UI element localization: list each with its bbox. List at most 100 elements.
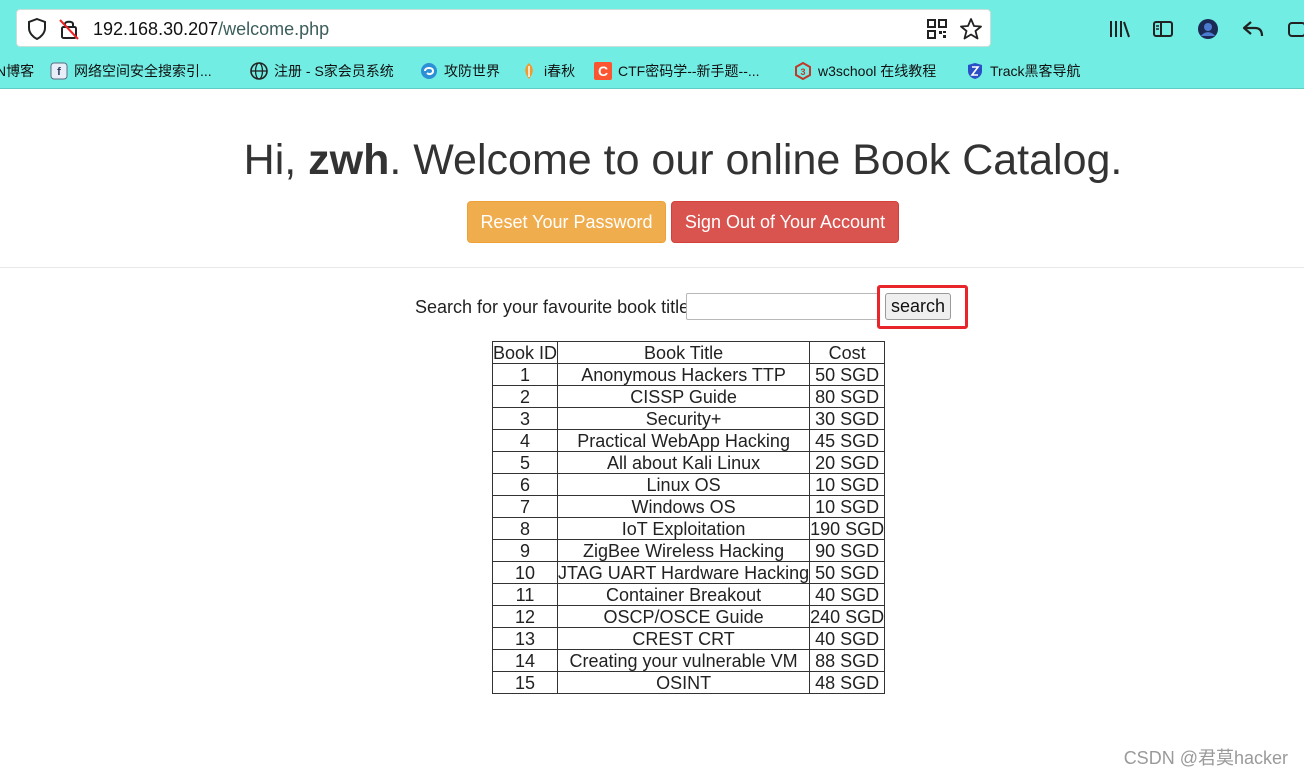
table-row: 11 Container Breakout 40 SGD xyxy=(491,583,886,606)
shield-icon[interactable] xyxy=(25,17,49,41)
bookmark-label: 网络空间安全搜索引... xyxy=(74,63,212,79)
csdn-c-icon: C xyxy=(594,62,612,80)
bookmark-item[interactable]: f 网络空间安全搜索引... xyxy=(50,60,212,82)
book-title-cell: IoT Exploitation xyxy=(557,517,811,540)
star-icon[interactable] xyxy=(959,17,983,41)
book-id-cell: 2 xyxy=(491,385,559,408)
bookmark-item[interactable]: N博客 xyxy=(0,60,34,82)
book-title-cell: Practical WebApp Hacking xyxy=(557,429,811,452)
table-row: 15 OSINT 48 SGD xyxy=(491,671,886,694)
book-id-cell: 5 xyxy=(491,451,559,474)
table-row: 8 IoT Exploitation 190 SGD xyxy=(491,517,886,540)
divider xyxy=(0,267,1304,268)
browser-toolbar: 192.168.30.207/welcome.php N博客 f 网络空间安全搜… xyxy=(0,0,1304,89)
search-input[interactable] xyxy=(686,293,880,320)
book-id-cell: 7 xyxy=(491,495,559,518)
cost-cell: 50 SGD xyxy=(809,363,886,386)
book-title-cell: CREST CRT xyxy=(557,627,811,650)
shield-icon xyxy=(966,62,984,80)
cost-cell: 80 SGD xyxy=(809,385,886,408)
table-row: 1 Anonymous Hackers TTP 50 SGD xyxy=(491,363,886,386)
book-title-cell: OSINT xyxy=(557,671,811,694)
cost-cell: 50 SGD xyxy=(809,561,886,584)
cost-cell: 40 SGD xyxy=(809,627,886,650)
book-title-cell: Security+ xyxy=(557,407,811,430)
table-row: 10 JTAG UART Hardware Hacking 50 SGD xyxy=(491,561,886,584)
book-title-cell: CISSP Guide xyxy=(557,385,811,408)
book-title-cell: OSCP/OSCE Guide xyxy=(557,605,811,628)
bookmark-label: w3school 在线教程 xyxy=(818,63,937,79)
column-header: Book ID xyxy=(491,341,559,364)
bookmark-item[interactable]: Track黑客导航 xyxy=(966,60,1080,82)
book-id-cell: 14 xyxy=(491,649,559,672)
insecure-lock-icon[interactable] xyxy=(57,17,81,41)
svg-text:C: C xyxy=(598,63,608,79)
cost-cell: 40 SGD xyxy=(809,583,886,606)
address-bar[interactable]: 192.168.30.207/welcome.php xyxy=(16,9,991,47)
bookmark-label: CTF密码学--新手题--... xyxy=(618,63,760,79)
bookmark-label: Track黑客导航 xyxy=(990,63,1081,79)
cost-cell: 10 SGD xyxy=(809,473,886,496)
bookmarks-bar: N博客 f 网络空间安全搜索引... 注册 - S家会员系统 攻防世界 i春秋 … xyxy=(0,58,1304,84)
cost-cell: 90 SGD xyxy=(809,539,886,562)
bookmark-item[interactable]: i春秋 xyxy=(520,60,575,82)
extension-icon[interactable] xyxy=(1284,16,1304,42)
book-table: Book ID Book Title Cost 1 Anonymous Hacke… xyxy=(491,341,886,694)
ichunqiu-icon xyxy=(520,62,538,80)
page-title: Hi, zwh. Welcome to our online Book Cata… xyxy=(0,136,1304,185)
book-title-cell: ZigBee Wireless Hacking xyxy=(557,539,811,562)
bookmark-item[interactable]: 攻防世界 xyxy=(420,60,500,82)
book-id-cell: 9 xyxy=(491,539,559,562)
book-id-cell: 11 xyxy=(491,583,559,606)
table-row: 5 All about Kali Linux 20 SGD xyxy=(491,451,886,474)
table-row: 14 Creating your vulnerable VM 88 SGD xyxy=(491,649,886,672)
svg-text:f: f xyxy=(57,66,61,78)
bookmark-label: 攻防世界 xyxy=(444,63,500,79)
book-id-cell: 4 xyxy=(491,429,559,452)
cost-cell: 10 SGD xyxy=(809,495,886,518)
bookmark-label: 注册 - S家会员系统 xyxy=(274,63,394,79)
bookmark-item[interactable]: 注册 - S家会员系统 xyxy=(250,60,394,82)
cost-cell: 240 SGD xyxy=(809,605,886,628)
svg-text:3: 3 xyxy=(800,67,805,77)
book-title-cell: JTAG UART Hardware Hacking xyxy=(557,561,811,584)
column-header: Cost xyxy=(809,341,886,364)
sidebar-icon[interactable] xyxy=(1150,16,1176,42)
w3school-icon: 3 xyxy=(794,62,812,80)
cost-cell: 20 SGD xyxy=(809,451,886,474)
table-row: 6 Linux OS 10 SGD xyxy=(491,473,886,496)
table-row: 12 OSCP/OSCE Guide 240 SGD xyxy=(491,605,886,628)
watermark: CSDN @君莫hacker xyxy=(1123,748,1288,768)
book-title-cell: Creating your vulnerable VM xyxy=(557,649,811,672)
sign-out-button[interactable]: Sign Out of Your Account xyxy=(671,201,899,243)
book-id-cell: 1 xyxy=(491,363,559,386)
table-row: 4 Practical WebApp Hacking 45 SGD xyxy=(491,429,886,452)
username: zwh xyxy=(308,136,390,184)
table-row: 9 ZigBee Wireless Hacking 90 SGD xyxy=(491,539,886,562)
table-row: 2 CISSP Guide 80 SGD xyxy=(491,385,886,408)
annotation-highlight xyxy=(877,285,968,329)
globe-icon xyxy=(250,62,268,80)
table-header-row: Book ID Book Title Cost xyxy=(491,341,886,364)
book-id-cell: 13 xyxy=(491,627,559,650)
book-id-cell: 12 xyxy=(491,605,559,628)
bookmark-label: N博客 xyxy=(0,63,35,79)
bookmark-item[interactable]: C CTF密码学--新手题--... xyxy=(594,60,760,82)
book-id-cell: 8 xyxy=(491,517,559,540)
reset-password-button[interactable]: Reset Your Password xyxy=(467,201,666,243)
table-row: 3 Security+ 30 SGD xyxy=(491,407,886,430)
back-arrow-icon[interactable] xyxy=(1240,16,1266,42)
greeting-suffix: . Welcome to our online Book Catalog. xyxy=(389,136,1123,184)
url-host: 192.168.30.207 xyxy=(93,19,219,39)
cost-cell: 48 SGD xyxy=(809,671,886,694)
library-icon[interactable] xyxy=(1106,16,1132,42)
bookmark-label: i春秋 xyxy=(544,63,576,79)
qr-code-icon[interactable] xyxy=(925,17,949,41)
book-id-cell: 6 xyxy=(491,473,559,496)
account-avatar-icon[interactable] xyxy=(1195,16,1221,42)
bookmark-item[interactable]: 3 w3school 在线教程 xyxy=(794,60,936,82)
cost-cell: 30 SGD xyxy=(809,407,886,430)
url-text[interactable]: 192.168.30.207/welcome.php xyxy=(93,19,329,40)
book-id-cell: 15 xyxy=(491,671,559,694)
greeting-prefix: Hi, xyxy=(243,136,309,184)
